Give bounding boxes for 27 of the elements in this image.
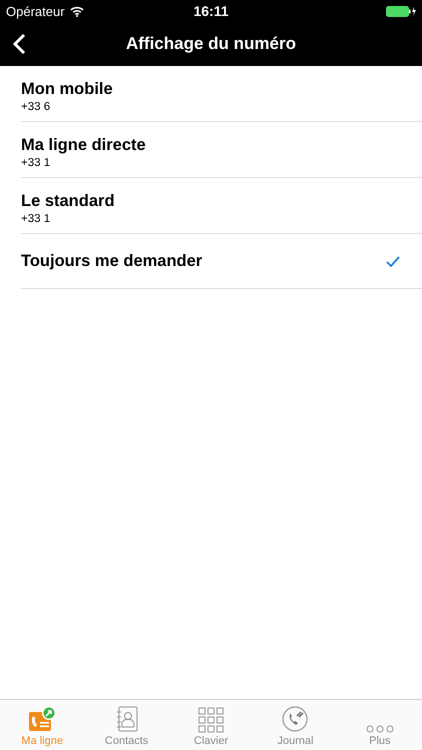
wifi-icon bbox=[70, 6, 84, 16]
option-number: +33 1 bbox=[21, 212, 52, 224]
tab[interactable]: Journal bbox=[253, 700, 338, 750]
option-row[interactable]: Toujours me demander bbox=[21, 234, 422, 289]
back-icon[interactable] bbox=[12, 33, 26, 55]
tab[interactable]: Ma ligne bbox=[0, 700, 84, 750]
option-row[interactable]: Ma ligne directe +33 1 bbox=[21, 122, 422, 178]
option-label: Le standard bbox=[21, 192, 115, 210]
option-number: +33 6 bbox=[21, 100, 52, 112]
option-number: +33 1 bbox=[21, 156, 52, 168]
option-row[interactable]: Le standard +33 1 bbox=[21, 178, 422, 234]
screen-title: Affichage du numéro bbox=[126, 34, 296, 54]
status-time: 16:11 bbox=[193, 3, 229, 19]
phone-card-icon bbox=[27, 705, 58, 733]
option-label: Mon mobile bbox=[21, 80, 113, 98]
tab[interactable]: Plus bbox=[338, 700, 422, 750]
battery-icon bbox=[386, 6, 416, 16]
tab[interactable]: Contacts bbox=[84, 700, 169, 750]
address-book-icon bbox=[114, 705, 139, 733]
tab[interactable]: Clavier bbox=[168, 700, 254, 750]
option-label: Toujours me demander bbox=[21, 252, 202, 270]
phone-log-icon bbox=[281, 705, 310, 733]
option-row[interactable]: Mon mobile +33 6 bbox=[21, 66, 422, 122]
carrier-name: Opérateur bbox=[6, 4, 65, 18]
option-label: Ma ligne directe bbox=[21, 136, 146, 154]
keypad-icon bbox=[198, 707, 224, 733]
more-icon bbox=[366, 725, 394, 733]
